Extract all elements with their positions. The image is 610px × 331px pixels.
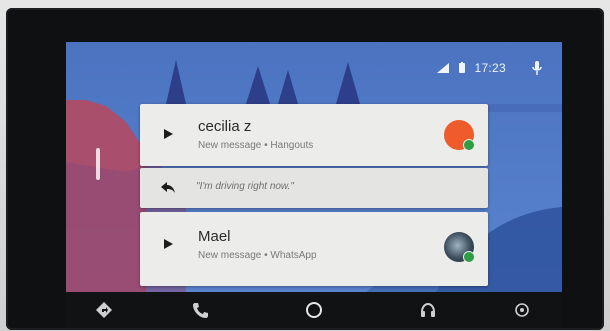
notification-sender: Mael — [198, 228, 231, 245]
play-icon[interactable] — [162, 128, 174, 140]
hangouts-badge-icon — [463, 139, 475, 151]
notification-card[interactable]: cecilia z New message • Hangouts — [140, 104, 488, 166]
power-icon[interactable] — [510, 298, 534, 322]
notification-subtitle: New message • Hangouts — [198, 140, 314, 151]
headphones-icon[interactable] — [416, 298, 440, 322]
home-icon[interactable] — [302, 298, 326, 322]
reply-icon[interactable] — [160, 180, 176, 194]
play-icon[interactable] — [162, 238, 174, 250]
phone-icon[interactable] — [188, 298, 212, 322]
notification-subtitle: New message • WhatsApp — [198, 250, 317, 261]
status-clock: 17:23 — [474, 61, 506, 75]
avatar — [444, 120, 475, 151]
reply-card[interactable]: "I'm driving right now." — [140, 168, 488, 208]
avatar — [444, 232, 475, 263]
notification-sender: cecilia z — [198, 118, 252, 135]
reply-text: "I'm driving right now." — [196, 181, 294, 192]
page-indicator — [96, 148, 100, 180]
battery-icon — [458, 62, 466, 74]
whatsapp-badge-icon — [463, 251, 475, 263]
signal-icon — [436, 62, 450, 74]
navigation-icon[interactable] — [92, 298, 116, 322]
mic-icon[interactable] — [532, 60, 542, 76]
notification-card[interactable]: Mael New message • WhatsApp — [140, 212, 488, 286]
status-bar: 17:23 — [436, 60, 542, 76]
nav-bar — [66, 292, 562, 328]
